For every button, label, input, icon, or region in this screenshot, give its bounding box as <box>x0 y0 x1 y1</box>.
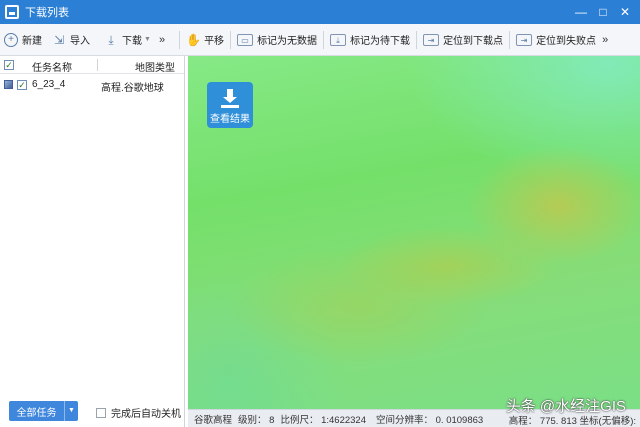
all-tasks-dropdown[interactable]: 全部任务 ▼ <box>9 401 78 421</box>
view-result-button[interactable]: 查看结果 <box>207 82 253 128</box>
chevron-down-icon[interactable]: ▼ <box>64 401 78 421</box>
locate-fail-icon: ⇥ <box>516 33 533 46</box>
mark-pending-button[interactable]: ⤓ 标记为待下载 <box>330 24 410 56</box>
status-resolution: 空间分辨率： 0. 0109863 <box>376 414 484 426</box>
new-label: 新建 <box>22 36 42 47</box>
import-button[interactable]: ⇲ 导入 <box>52 24 90 56</box>
import-label: 导入 <box>70 36 90 47</box>
status-level: 级别： 8 <box>238 414 275 426</box>
download-label: 下载 <box>122 36 142 47</box>
view-result-label: 查看结果 <box>210 114 250 125</box>
download-icon: ⤓ <box>108 32 114 47</box>
task-panel-footer: 全部任务 ▼ 完成后自动关机 <box>0 397 185 427</box>
status-scale: 比例尺： 1:4622324 <box>280 414 366 426</box>
mark-nodata-button[interactable]: ▭ 标记为无数据 <box>237 24 317 56</box>
import-icon: ⇲ <box>53 32 65 47</box>
locate-download-label: 定位到下载点 <box>443 36 504 47</box>
mark-pending-label: 标记为待下载 <box>350 36 411 47</box>
watermark: 头条 @水经注GIS <box>505 398 626 415</box>
auto-shutdown-label: 完成后自动关机 <box>111 409 181 420</box>
separator <box>509 30 511 49</box>
auto-shutdown-checkbox[interactable] <box>96 407 106 418</box>
mark-nodata-label: 标记为无数据 <box>257 36 318 47</box>
column-header-type[interactable]: 地图类型 <box>135 59 175 74</box>
separator <box>416 30 418 49</box>
hand-icon: ✋ <box>186 32 202 47</box>
maximize-button[interactable]: □ <box>592 5 614 19</box>
pan-button[interactable]: ✋ 平移 <box>186 24 224 56</box>
task-map-type: 高程.谷歌地球 <box>101 83 164 94</box>
column-header-name[interactable]: 任务名称 <box>32 59 72 74</box>
locate-fail-button[interactable]: ⇥ 定位到失败点 <box>516 24 596 56</box>
chevron-down-icon: ▼ <box>144 36 151 43</box>
task-panel: ✓ 任务名称 地图类型 ✓ 6_23_4 高程.谷歌地球 全部任务 ▼ 完成后自… <box>0 56 185 427</box>
more-tools-button[interactable]: » <box>159 34 165 46</box>
download-button[interactable]: ⤓ 下载 ▼ <box>104 24 151 56</box>
status-map-type: 谷歌高程 <box>194 414 233 426</box>
window-controls: — □ ✕ <box>570 0 636 24</box>
task-name: 6_23_4 <box>32 79 66 90</box>
mark-pending-icon: ⤓ <box>330 33 347 46</box>
window-title: 下载列表 <box>25 7 69 19</box>
locate-fail-label: 定位到失败点 <box>536 36 597 47</box>
separator <box>323 30 325 49</box>
toolbar: + 新建 ⇲ 导入 ⤓ 下载 ▼ » ✋ 平移 ▭ 标记为无数据 ⤓ 标记为待下… <box>0 24 640 56</box>
layer-icon <box>4 80 13 89</box>
pan-label: 平移 <box>204 36 225 47</box>
separator <box>230 30 232 49</box>
new-button[interactable]: + 新建 <box>4 24 42 56</box>
more-tools-button-2[interactable]: » <box>602 34 608 46</box>
task-list-header: ✓ 任务名称 地图类型 <box>0 56 184 74</box>
elevation-map-view[interactable]: 查看结果 <box>188 56 640 409</box>
column-divider[interactable] <box>97 59 98 71</box>
row-checkbox[interactable]: ✓ <box>17 80 27 90</box>
minimize-button[interactable]: — <box>570 5 592 19</box>
table-row[interactable]: ✓ 6_23_4 高程.谷歌地球 <box>0 74 184 94</box>
locate-download-icon: ⇥ <box>423 33 440 46</box>
mark-nodata-icon: ▭ <box>237 33 254 46</box>
all-tasks-label: 全部任务 <box>16 407 57 419</box>
locate-download-button[interactable]: ⇥ 定位到下载点 <box>423 24 503 56</box>
auto-shutdown-option[interactable]: 完成后自动关机 <box>96 405 181 420</box>
select-all-checkbox[interactable]: ✓ <box>4 60 14 70</box>
close-button[interactable]: ✕ <box>614 5 636 19</box>
title-bar: 下载列表 — □ ✕ <box>0 0 640 24</box>
app-icon <box>5 5 19 19</box>
separator <box>179 30 181 49</box>
plus-circle-icon: + <box>4 32 18 47</box>
download-icon <box>221 89 239 108</box>
